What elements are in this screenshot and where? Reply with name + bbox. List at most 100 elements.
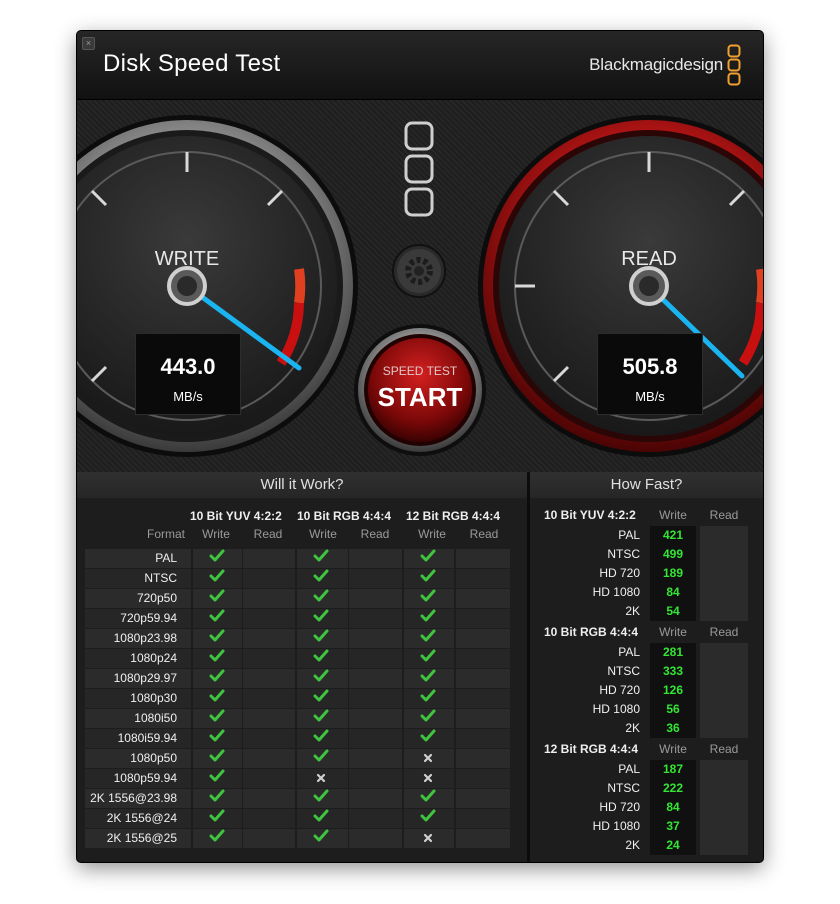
table-cell xyxy=(349,709,402,728)
format-group-header: 10 Bit RGB 4:4:4 xyxy=(297,509,392,523)
read-speed-cell xyxy=(700,583,748,602)
table-cell xyxy=(456,589,510,608)
format-row-label: 2K 1556@23.98 xyxy=(90,791,177,805)
table-cell xyxy=(243,569,295,588)
cross-icon xyxy=(411,749,445,768)
table-cell xyxy=(243,669,295,688)
check-icon xyxy=(304,669,338,688)
table-cell xyxy=(456,789,510,808)
table-cell xyxy=(349,609,402,628)
panel-divider xyxy=(527,472,530,862)
format-row-label: 720p59.94 xyxy=(120,611,177,625)
table-cell xyxy=(349,789,402,808)
write-column-header: Write xyxy=(659,742,687,756)
check-icon xyxy=(200,729,234,748)
check-icon xyxy=(200,649,234,668)
check-icon xyxy=(411,569,445,588)
read-speed-cell xyxy=(700,700,748,719)
format-row-label: 1080i59.94 xyxy=(117,731,177,745)
speed-row-label: 2K xyxy=(625,838,640,852)
check-icon xyxy=(411,669,445,688)
write-column-header: Write xyxy=(202,527,230,541)
table-cell xyxy=(349,729,402,748)
logo-squares-icon xyxy=(404,121,434,217)
speed-row-label: NTSC xyxy=(607,781,640,795)
brand-logo-icon xyxy=(727,44,741,86)
table-cell xyxy=(243,709,295,728)
table-cell xyxy=(456,649,510,668)
read-speed-cell xyxy=(700,779,748,798)
check-icon xyxy=(200,689,234,708)
check-icon xyxy=(411,609,445,628)
table-cell xyxy=(349,749,402,768)
gear-icon xyxy=(392,244,446,298)
format-row-label: 2K 1556@25 xyxy=(106,831,177,845)
check-icon xyxy=(304,809,338,828)
check-icon xyxy=(200,669,234,688)
table-cell xyxy=(243,829,295,848)
table-cell xyxy=(243,549,295,568)
write-gauge-label: WRITE xyxy=(154,248,220,270)
table-cell xyxy=(243,689,295,708)
start-button-label: START xyxy=(377,382,463,412)
table-cell xyxy=(349,549,402,568)
write-speed-cell: 126 xyxy=(650,681,696,700)
table-cell xyxy=(456,729,510,748)
read-speed-cell xyxy=(700,643,748,662)
read-speed-unit: MB/s xyxy=(635,389,665,404)
table-cell xyxy=(456,569,510,588)
table-cell xyxy=(456,609,510,628)
speed-row-label: HD 1080 xyxy=(592,585,640,599)
table-cell xyxy=(349,649,402,668)
check-icon xyxy=(200,589,234,608)
speed-row-label: PAL xyxy=(618,528,640,542)
write-speed-unit: MB/s xyxy=(173,389,203,404)
read-column-header: Read xyxy=(709,742,739,756)
speed-row-label: HD 1080 xyxy=(592,702,640,716)
check-icon xyxy=(411,649,445,668)
table-cell xyxy=(349,689,402,708)
cross-icon xyxy=(411,769,445,788)
check-icon xyxy=(200,769,234,788)
check-icon xyxy=(304,709,338,728)
table-cell xyxy=(243,769,295,788)
write-speed-cell: 189 xyxy=(650,564,696,583)
check-icon xyxy=(411,709,445,728)
speed-row-label: NTSC xyxy=(607,547,640,561)
check-icon xyxy=(200,629,234,648)
app-title: Disk Speed Test xyxy=(103,50,281,77)
check-icon xyxy=(304,789,338,808)
speed-row-label: HD 720 xyxy=(599,566,640,580)
format-row-label: 1080p29.97 xyxy=(113,671,177,685)
check-icon xyxy=(200,809,234,828)
check-icon xyxy=(411,589,445,608)
cross-icon xyxy=(304,769,338,788)
start-button[interactable]: SPEED TEST START xyxy=(358,328,482,452)
write-speed-cell: 281 xyxy=(650,643,696,662)
speed-row-label: HD 720 xyxy=(599,800,640,814)
read-speed-readout: 505.8 MB/s xyxy=(597,333,703,415)
check-icon xyxy=(304,609,338,628)
check-icon xyxy=(304,549,338,568)
check-icon xyxy=(200,829,234,848)
check-icon xyxy=(304,729,338,748)
write-speed-cell: 54 xyxy=(650,602,696,621)
check-icon xyxy=(304,749,338,768)
check-icon xyxy=(304,829,338,848)
check-icon xyxy=(411,789,445,808)
write-speed-cell: 84 xyxy=(650,583,696,602)
write-speed-cell: 421 xyxy=(650,526,696,545)
read-speed-cell xyxy=(700,760,748,779)
table-cell xyxy=(243,609,295,628)
write-speed-cell: 499 xyxy=(650,545,696,564)
write-speed-value: 443.0 xyxy=(160,354,216,379)
check-icon xyxy=(304,569,338,588)
table-cell xyxy=(456,709,510,728)
speed-row-label: HD 1080 xyxy=(592,819,640,833)
write-speed-cell: 36 xyxy=(650,719,696,738)
close-icon[interactable]: × xyxy=(82,37,95,50)
read-gauge-label: READ xyxy=(621,248,677,270)
format-row-label: 720p50 xyxy=(136,591,177,605)
speed-row-label: NTSC xyxy=(607,664,640,678)
speed-group-header: 10 Bit RGB 4:4:4 xyxy=(544,625,639,639)
